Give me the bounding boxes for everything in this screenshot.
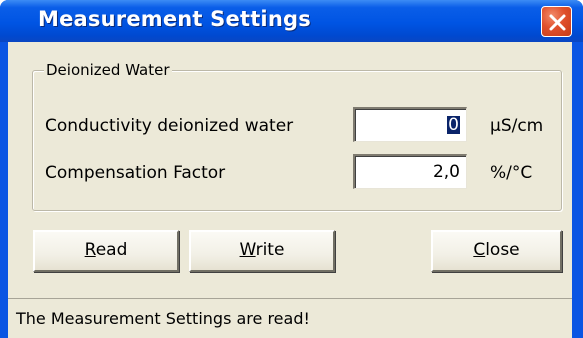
close-window-button[interactable] (541, 6, 572, 37)
status-bar: The Measurement Settings are read! (8, 298, 572, 338)
window-title: Measurement Settings (38, 7, 311, 31)
compensation-input[interactable]: 2,0 (353, 154, 467, 189)
dialog-window: Measurement Settings Deionized Water Con… (0, 0, 583, 338)
read-button[interactable]: Read (33, 230, 179, 272)
compensation-unit: %/°C (490, 163, 533, 183)
conductivity-input[interactable]: 0 (353, 107, 467, 142)
compensation-value: 2,0 (432, 162, 460, 182)
close-button[interactable]: Close (431, 230, 562, 272)
dialog-client-area: Deionized Water Conductivity deionized w… (8, 42, 572, 338)
group-legend: Deionized Water (44, 61, 172, 79)
compensation-label: Compensation Factor (45, 163, 226, 183)
close-icon (549, 14, 566, 31)
deionized-water-group (32, 70, 562, 211)
conductivity-value: 0 (447, 115, 460, 135)
conductivity-unit: µS/cm (490, 116, 544, 136)
status-text: The Measurement Settings are read! (16, 309, 310, 328)
conductivity-label: Conductivity deionized water (45, 116, 294, 136)
write-button[interactable]: Write (189, 230, 335, 272)
title-bar[interactable]: Measurement Settings (0, 0, 583, 42)
